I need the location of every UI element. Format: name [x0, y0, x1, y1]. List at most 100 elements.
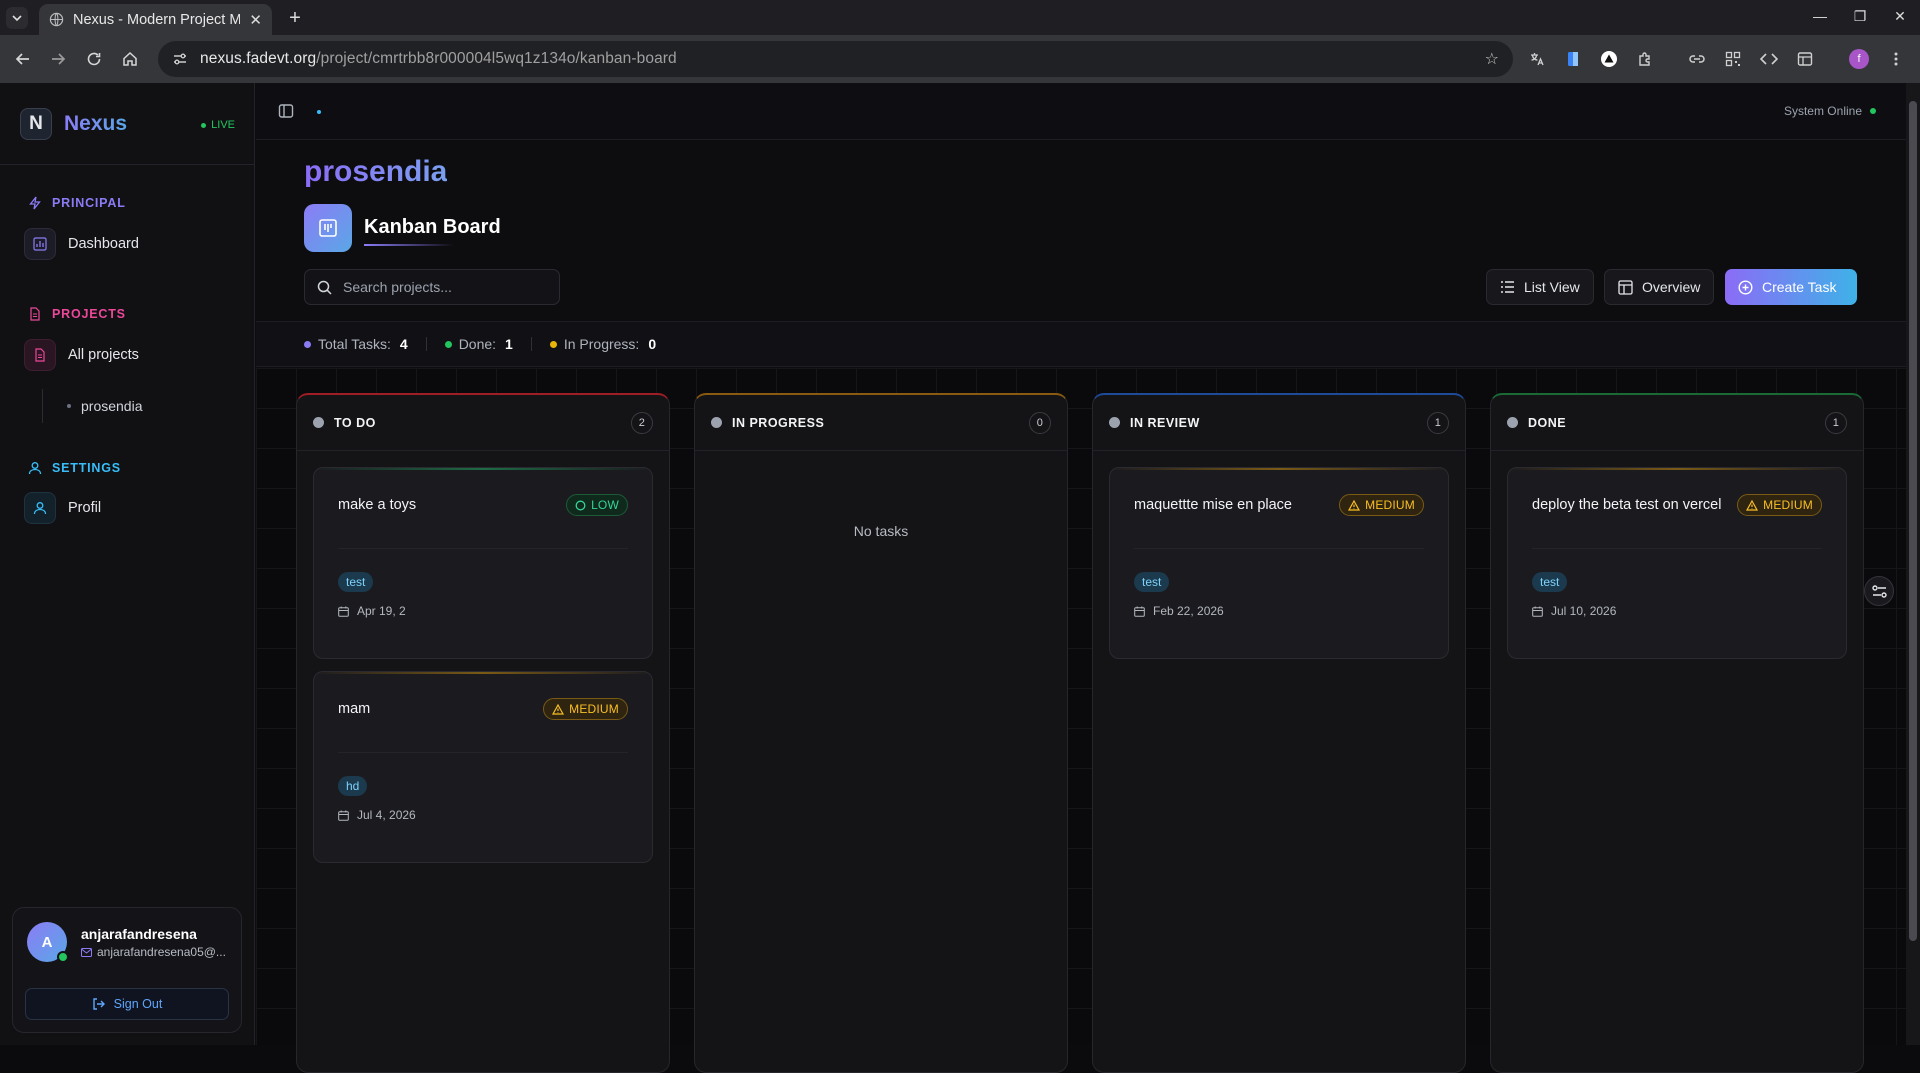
mail-icon: [81, 947, 92, 957]
arrow-left-icon: [15, 53, 29, 65]
plus-circle-icon: [1738, 279, 1753, 295]
search-box[interactable]: [304, 269, 560, 305]
task-card[interactable]: maquettte mise en place MEDIUM test Feb …: [1109, 467, 1449, 659]
sidebar-item-profil[interactable]: Profil: [24, 492, 101, 524]
online-status-icon: [57, 951, 69, 963]
live-badge: LIVE: [201, 119, 235, 131]
kanban-board: TO DO 2 make a toys LOW test Apr 19, 2 m…: [256, 368, 1906, 1073]
forward-button[interactable]: [47, 48, 69, 70]
priority-badge: MEDIUM: [1737, 494, 1822, 516]
overview-button[interactable]: Overview: [1604, 269, 1715, 305]
close-window-icon[interactable]: ✕: [1880, 8, 1920, 25]
sidebar-toggle-icon[interactable]: [278, 103, 294, 119]
task-card[interactable]: make a toys LOW test Apr 19, 2: [313, 467, 653, 659]
home-button[interactable]: [119, 48, 141, 70]
stat-label: Done:: [458, 336, 497, 352]
kanban-icon: [304, 204, 352, 252]
stat-label: Total Tasks:: [318, 336, 391, 352]
card-accent: [1508, 468, 1846, 470]
stat-value: 1: [505, 336, 513, 352]
profile-initial: f: [1849, 49, 1869, 69]
site-info-icon[interactable]: [172, 51, 188, 67]
document-icon: [24, 339, 56, 371]
search-icon: [317, 280, 332, 295]
page-scrollbar[interactable]: [1906, 83, 1920, 1045]
browser-toolbar: nexus.fadevt.org/project/cmrtrbb8r000004…: [0, 35, 1920, 83]
link-icon[interactable]: [1685, 47, 1709, 71]
create-task-button[interactable]: Create Task: [1725, 269, 1857, 305]
sidebar-item-dashboard[interactable]: Dashboard: [24, 228, 139, 260]
task-tag: test: [1134, 572, 1170, 592]
filter-icon: [1871, 584, 1887, 598]
main-content: System Online prosendia Kanban Board Lis…: [256, 83, 1906, 1073]
reload-button[interactable]: [83, 48, 105, 70]
user-email: anjarafandresena05@...: [97, 945, 226, 959]
sidebar-item-label: Dashboard: [68, 236, 139, 252]
column-title: DONE: [1528, 415, 1567, 430]
card-divider: [1532, 548, 1822, 549]
sidebar-item-all-projects[interactable]: All projects: [24, 339, 139, 371]
task-title: mam: [338, 701, 371, 717]
warning-icon: [1746, 499, 1759, 511]
list-view-label: List View: [1524, 279, 1580, 295]
floating-filter-button[interactable]: [1864, 576, 1894, 606]
system-status-text: System Online: [1783, 104, 1862, 118]
extension-bookmark-icon[interactable]: [1561, 47, 1585, 71]
scrollbar-thumb[interactable]: [1909, 101, 1917, 941]
extension-triangle-icon[interactable]: [1597, 47, 1621, 71]
browser-menu-icon[interactable]: [1884, 47, 1908, 71]
column-count: 2: [631, 411, 653, 434]
list-view-button[interactable]: List View: [1486, 269, 1594, 305]
avatar[interactable]: A: [27, 922, 69, 963]
circle-dashed-icon: [575, 500, 586, 510]
brand[interactable]: N Nexus LIVE: [0, 83, 255, 165]
top-bar: System Online: [256, 83, 1906, 140]
card-divider: [338, 752, 628, 753]
sidebar-subitem-prosendia[interactable]: prosendia: [42, 389, 143, 423]
minimize-icon[interactable]: —: [1800, 8, 1840, 25]
new-tab-button[interactable]: +: [283, 6, 307, 30]
document-icon: [30, 307, 40, 321]
column-done: DONE 1 deploy the beta test on vercel ME…: [1490, 393, 1864, 1073]
column-dot-icon: [313, 417, 324, 428]
task-card[interactable]: deploy the beta test on vercel MEDIUM te…: [1507, 467, 1847, 659]
column-header: DONE 1: [1491, 395, 1863, 451]
user-name: anjarafandresena: [81, 926, 197, 942]
sidebar-subitem-label: prosendia: [81, 398, 143, 414]
profile-avatar[interactable]: f: [1847, 47, 1871, 71]
browser-tab-active[interactable]: Nexus - Modern Project Ma ✕: [39, 4, 272, 35]
column-in-progress: IN PROGRESS 0 No tasks: [694, 393, 1068, 1073]
task-card[interactable]: mam MEDIUM hd Jul 4, 2026: [313, 671, 653, 863]
column-title: IN PROGRESS: [732, 415, 825, 430]
qr-code-icon[interactable]: [1721, 47, 1745, 71]
layout-icon: [1618, 279, 1633, 295]
search-input[interactable]: [343, 279, 543, 295]
column-count: 1: [1427, 411, 1449, 434]
tab-close-icon[interactable]: ✕: [249, 11, 262, 29]
side-panel-icon[interactable]: [1793, 47, 1817, 71]
browser-tabstrip: Nexus - Modern Project Ma ✕ + — ❐ ✕: [0, 0, 1920, 35]
tab-search-button[interactable]: [6, 7, 28, 29]
extensions-puzzle-icon[interactable]: [1633, 47, 1657, 71]
task-date-text: Jul 4, 2026: [357, 808, 416, 822]
task-tag: test: [1532, 572, 1568, 592]
code-icon[interactable]: [1757, 47, 1781, 71]
live-dot-icon: [201, 122, 207, 128]
column-header: TO DO 2: [297, 395, 669, 451]
user-email-row: anjarafandresena05@...: [81, 945, 226, 959]
column-dot-icon: [1109, 417, 1120, 428]
task-date: Apr 19, 2: [338, 604, 406, 618]
translate-icon[interactable]: [1525, 47, 1549, 71]
back-button[interactable]: [12, 48, 34, 70]
column-dot-icon: [1507, 417, 1518, 428]
stat-total: Total Tasks: 4: [304, 336, 408, 352]
sign-out-button[interactable]: Sign Out: [25, 988, 229, 1020]
restore-icon[interactable]: ❐: [1840, 8, 1880, 25]
bookmark-star-icon[interactable]: ☆: [1485, 49, 1499, 69]
card-divider: [1134, 548, 1424, 549]
address-bar[interactable]: nexus.fadevt.org/project/cmrtrbb8r000004…: [158, 41, 1513, 77]
column-title: TO DO: [334, 415, 376, 430]
column-todo: TO DO 2 make a toys LOW test Apr 19, 2 m…: [296, 393, 670, 1073]
stat-label: In Progress:: [563, 336, 640, 352]
overview-label: Overview: [1642, 279, 1701, 295]
